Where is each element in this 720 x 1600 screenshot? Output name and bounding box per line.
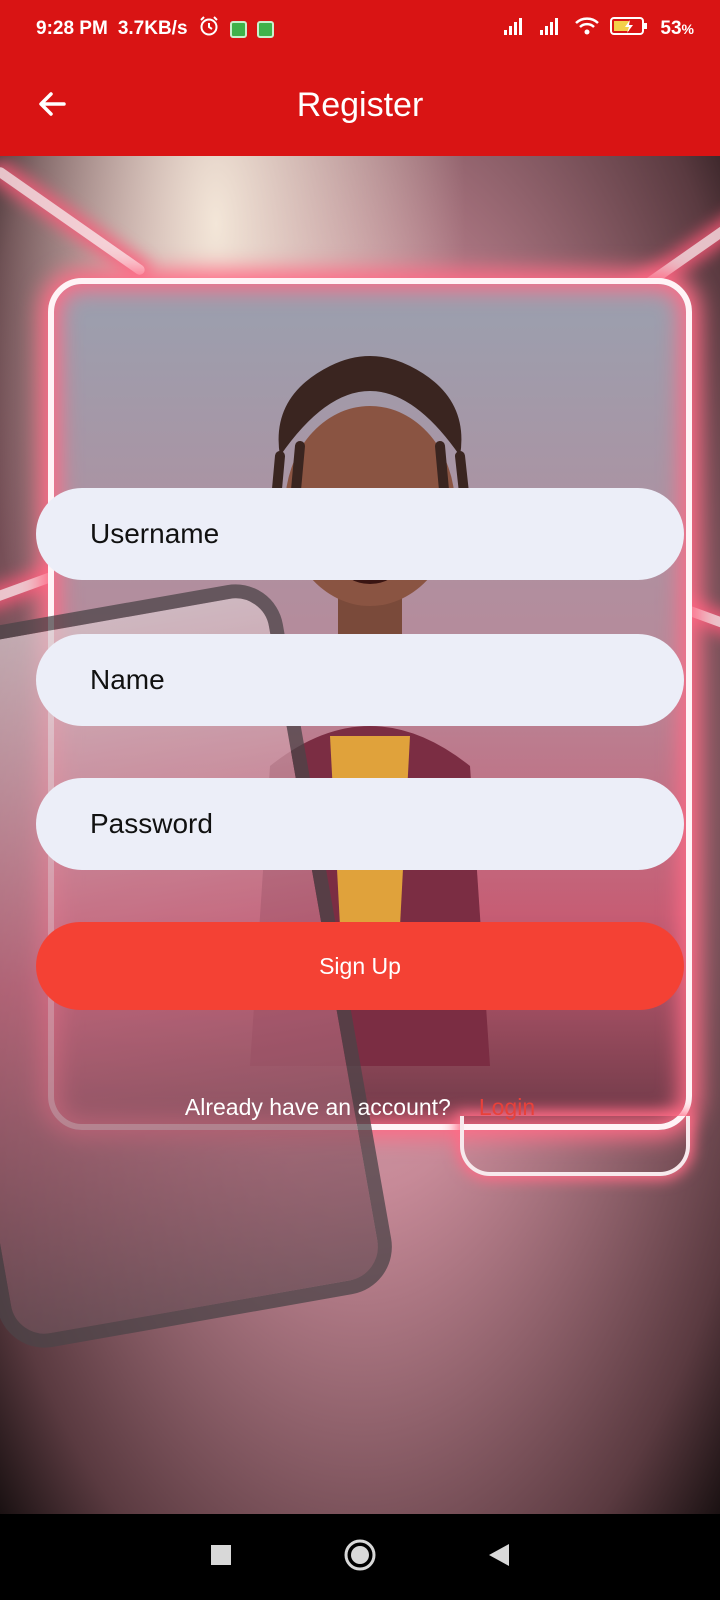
register-content: Username Name Password Sign Up Already h… xyxy=(0,156,720,1514)
app-notification-icon xyxy=(229,20,247,38)
circle-icon xyxy=(344,1539,376,1570)
page-title: Register xyxy=(296,86,424,124)
app-bar: Register xyxy=(0,58,720,156)
background-decoration xyxy=(0,165,147,277)
app-notification-icon xyxy=(256,20,274,38)
triangle-left-icon xyxy=(489,1543,509,1566)
background-decoration xyxy=(460,1116,690,1176)
home-button[interactable] xyxy=(343,1538,377,1577)
network-speed: 3.7KB/s xyxy=(117,18,188,39)
login-prompt-text: Already have an account? xyxy=(184,1094,451,1120)
signal-icon xyxy=(502,16,528,42)
square-icon xyxy=(211,1544,231,1565)
wifi-icon xyxy=(574,16,600,42)
battery-level: 53% xyxy=(660,18,694,39)
system-nav-bar xyxy=(0,1514,720,1600)
status-bar: 9:28 PM 3.7KB/s 53% xyxy=(0,0,720,58)
signup-button[interactable]: Sign Up xyxy=(36,922,684,1010)
recent-apps-button[interactable] xyxy=(209,1543,233,1572)
password-field[interactable]: Password xyxy=(36,778,684,870)
signal-icon xyxy=(538,16,564,42)
username-field[interactable]: Username xyxy=(36,488,684,580)
status-time: 9:28 PM xyxy=(36,18,108,39)
login-link[interactable]: Login xyxy=(479,1094,535,1121)
login-row: Already have an account? Login xyxy=(0,1094,720,1121)
back-nav-button[interactable] xyxy=(487,1542,511,1573)
alarm-icon xyxy=(198,15,220,43)
name-field[interactable]: Name xyxy=(36,634,684,726)
battery-icon xyxy=(610,16,650,42)
